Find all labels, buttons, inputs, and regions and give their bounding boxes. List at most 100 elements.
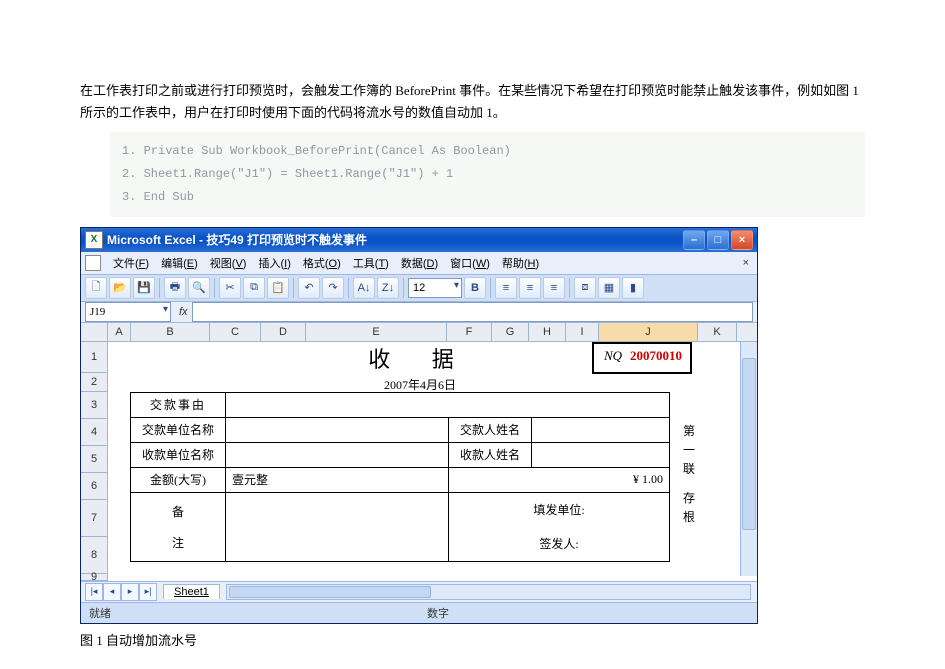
open-icon[interactable]: 📂 xyxy=(109,277,131,299)
cell-payee-name-label: 收款人姓名 xyxy=(449,442,532,467)
maximize-button[interactable]: □ xyxy=(707,230,729,250)
cell-payer-name-label: 交款人姓名 xyxy=(449,417,532,442)
row-header[interactable]: 4 xyxy=(81,419,107,446)
align-left-icon[interactable]: ≡ xyxy=(495,277,517,299)
mdi-close-button[interactable]: × xyxy=(739,257,753,269)
sort-desc-icon[interactable]: Z↓ xyxy=(377,277,399,299)
align-right-icon[interactable]: ≡ xyxy=(543,277,565,299)
remark-char1: 备 xyxy=(137,503,219,520)
code-line: 2. Sheet1.Range("J1") = Sheet1.Range("J1… xyxy=(122,163,853,186)
col-header[interactable]: F xyxy=(447,323,492,341)
fx-icon[interactable]: fx xyxy=(179,306,188,318)
cut-icon[interactable]: ✂ xyxy=(219,277,241,299)
cell-reason-label: 交款事由 xyxy=(131,392,226,417)
column-headers: A B C D E F G H I J K xyxy=(81,323,757,342)
worksheet-grid[interactable]: A B C D E F G H I J K 1 2 3 4 xyxy=(81,323,757,602)
tab-nav-prev[interactable]: ◂ xyxy=(103,583,121,601)
row-header[interactable]: 5 xyxy=(81,446,107,473)
toolbar: 🗋 📂 💾 🖶 🔍 ✂ ⧉ 📋 ↶ ↷ A↓ Z↓ 12 B ≡ ≡ ≡ ⧈ xyxy=(81,275,757,302)
code-line: 1. Private Sub Workbook_BeforePrint(Canc… xyxy=(122,140,853,163)
menu-format[interactable]: 格式(O) xyxy=(297,253,347,273)
excel-app-icon: X xyxy=(85,231,103,249)
menu-tools[interactable]: 工具(T) xyxy=(347,253,395,273)
undo-icon[interactable]: ↶ xyxy=(298,277,320,299)
font-size-dropdown[interactable]: 12 xyxy=(408,278,462,298)
document-icon xyxy=(85,255,101,271)
col-header[interactable]: D xyxy=(261,323,306,341)
print-icon[interactable]: 🖶 xyxy=(164,277,186,299)
intro-paragraph: 在工作表打印之前或进行打印预览时，会触发工作簿的 BeforePrint 事件。… xyxy=(80,80,865,124)
col-header[interactable]: E xyxy=(306,323,447,341)
row-header[interactable]: 7 xyxy=(81,500,107,537)
cell-reason-value xyxy=(226,392,670,417)
receipt-table: 交款事由 交款单位名称 交款人姓名 收款单位名称 xyxy=(130,392,670,562)
row-header[interactable]: 3 xyxy=(81,392,107,419)
tab-nav-next[interactable]: ▸ xyxy=(121,583,139,601)
cell-payer-org-value xyxy=(226,417,449,442)
cell-signer-label: 签发人: xyxy=(449,527,670,562)
menubar: 文件(F) 编辑(E) 视图(V) 插入(I) 格式(O) 工具(T) 数据(D… xyxy=(81,252,757,275)
window-title: Microsoft Excel - 技巧49 打印预览时不触发事件 xyxy=(107,231,683,248)
copy-icon[interactable]: ⧉ xyxy=(243,277,265,299)
col-header-selected[interactable]: J xyxy=(599,323,698,341)
cell-amount-num: ¥ 1.00 xyxy=(449,467,670,492)
code-block: 1. Private Sub Workbook_BeforePrint(Canc… xyxy=(110,132,865,216)
merge-cells-icon[interactable]: ⧈ xyxy=(574,277,596,299)
code-line: 3. End Sub xyxy=(122,186,853,209)
row-header[interactable]: 8 xyxy=(81,537,107,574)
sort-asc-icon[interactable]: A↓ xyxy=(353,277,375,299)
col-header[interactable]: C xyxy=(210,323,261,341)
cell-amount-cn: 壹元整 xyxy=(226,467,449,492)
menu-window[interactable]: 窗口(W) xyxy=(444,253,496,273)
menu-file[interactable]: 文件(F) xyxy=(107,253,155,273)
row-header[interactable]: 9 xyxy=(81,574,107,581)
paste-icon[interactable]: 📋 xyxy=(267,277,289,299)
bold-button[interactable]: B xyxy=(464,277,486,299)
col-header[interactable]: H xyxy=(529,323,566,341)
cell-payer-name-value xyxy=(532,417,670,442)
sheet-tab[interactable]: Sheet1 xyxy=(163,584,220,599)
excel-window: X Microsoft Excel - 技巧49 打印预览时不触发事件 – □ … xyxy=(80,227,758,624)
align-center-icon[interactable]: ≡ xyxy=(519,277,541,299)
fill-color-icon[interactable]: ▮ xyxy=(622,277,644,299)
horizontal-scrollbar[interactable] xyxy=(226,584,751,600)
nq-label: NQ xyxy=(604,348,622,363)
receipt-serial: NQ20070010 xyxy=(604,348,682,364)
menu-edit[interactable]: 编辑(E) xyxy=(155,253,204,273)
row-header[interactable]: 6 xyxy=(81,473,107,500)
scroll-thumb[interactable] xyxy=(742,358,756,530)
col-header[interactable]: G xyxy=(492,323,529,341)
close-button[interactable]: × xyxy=(731,230,753,250)
select-all-corner[interactable] xyxy=(81,323,108,341)
redo-icon[interactable]: ↷ xyxy=(322,277,344,299)
col-header[interactable]: K xyxy=(698,323,737,341)
minimize-button[interactable]: – xyxy=(683,230,705,250)
receipt-area: 收 据 2007年4月6日 NQ20070010 xyxy=(130,342,710,393)
col-header[interactable]: A xyxy=(108,323,131,341)
borders-icon[interactable]: ▦ xyxy=(598,277,620,299)
receipt-date: 2007年4月6日 xyxy=(130,376,710,393)
tab-nav-first[interactable]: |◂ xyxy=(85,583,103,601)
tab-nav-last[interactable]: ▸| xyxy=(139,583,157,601)
menu-view[interactable]: 视图(V) xyxy=(204,253,253,273)
cell-amount-label: 金额(大写) xyxy=(131,467,226,492)
titlebar: X Microsoft Excel - 技巧49 打印预览时不触发事件 – □ … xyxy=(81,228,757,252)
row-header[interactable]: 1 xyxy=(81,342,107,373)
col-header[interactable]: B xyxy=(131,323,210,341)
row-headers: 1 2 3 4 5 6 7 8 9 xyxy=(81,342,108,581)
menu-help[interactable]: 帮助(H) xyxy=(496,253,545,273)
vertical-scrollbar[interactable] xyxy=(740,342,757,576)
formula-input[interactable] xyxy=(192,302,753,322)
row-header[interactable]: 2 xyxy=(81,373,107,392)
status-ready: 就绪 xyxy=(81,605,119,621)
menu-insert[interactable]: 插入(I) xyxy=(252,253,296,273)
menu-data[interactable]: 数据(D) xyxy=(395,253,444,273)
name-box[interactable]: J19 xyxy=(85,302,171,322)
save-icon[interactable]: 💾 xyxy=(133,277,155,299)
print-preview-icon[interactable]: 🔍 xyxy=(188,277,210,299)
sheet-tab-bar: |◂ ◂ ▸ ▸| Sheet1 xyxy=(81,581,757,602)
col-header[interactable]: I xyxy=(566,323,599,341)
scroll-thumb[interactable] xyxy=(229,586,431,598)
receipt-side-label: 第 一 联 存 根 xyxy=(680,422,698,528)
new-icon[interactable]: 🗋 xyxy=(85,277,107,299)
